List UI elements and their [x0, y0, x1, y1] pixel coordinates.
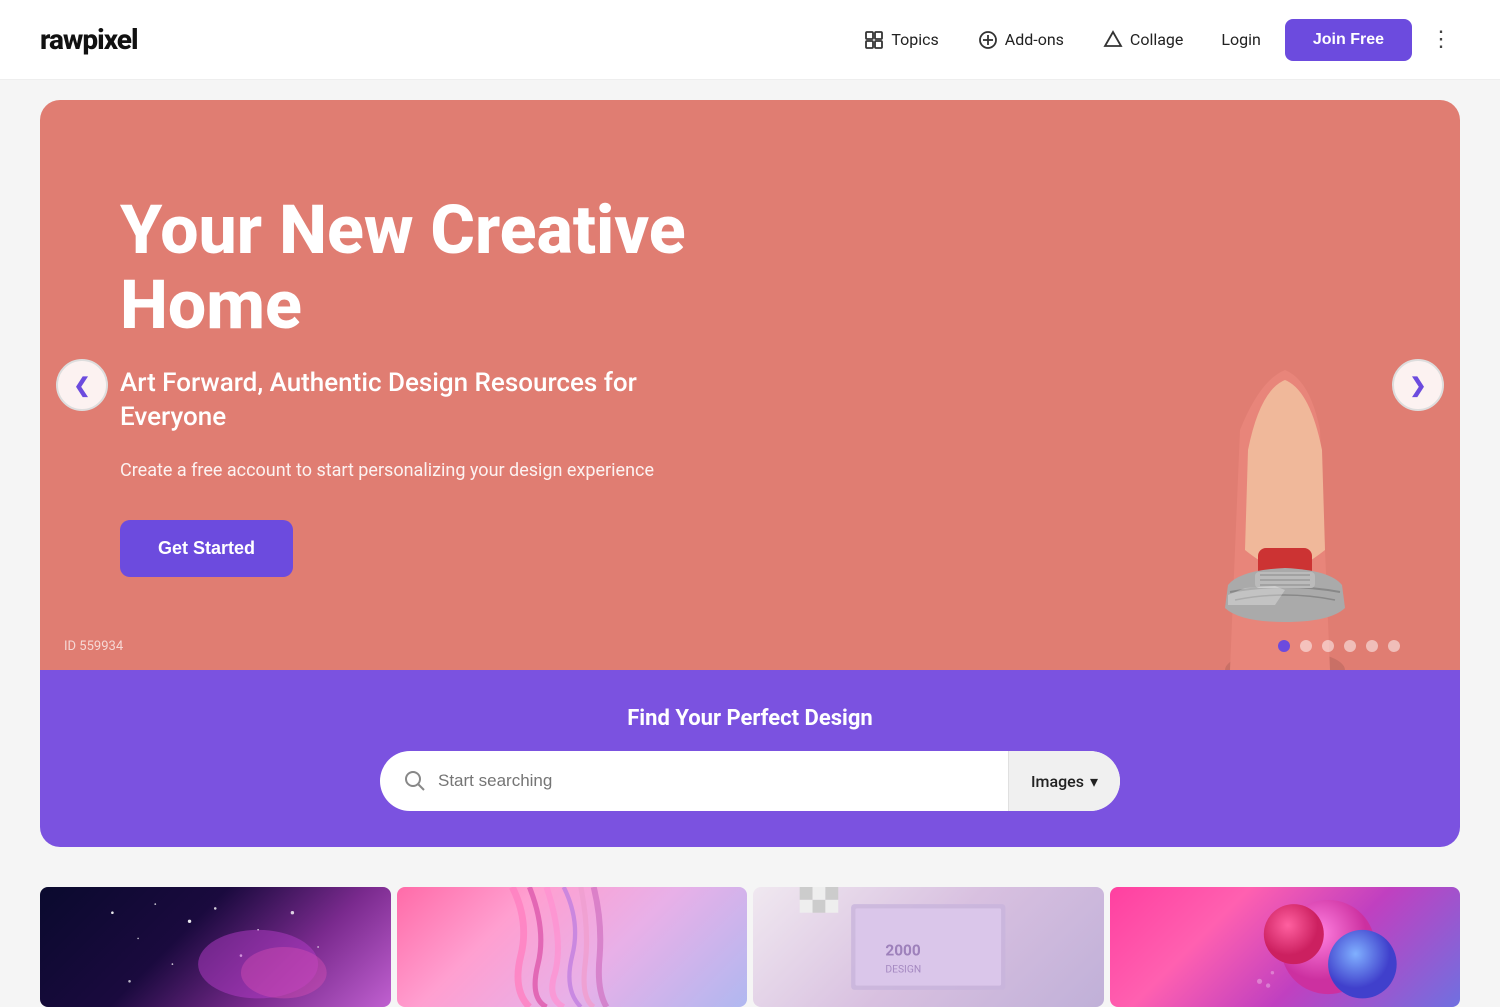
- addons-label: Add-ons: [1005, 30, 1064, 49]
- search-dropdown-label: Images: [1031, 772, 1084, 791]
- carousel-dot-6[interactable]: [1388, 640, 1400, 652]
- login-button[interactable]: Login: [1207, 22, 1274, 57]
- nav-addons[interactable]: Add-ons: [963, 21, 1078, 59]
- topics-label: Topics: [891, 30, 938, 49]
- svg-text:2000: 2000: [885, 942, 921, 960]
- image-id-label: ID 559934: [64, 639, 123, 654]
- carousel-dots: [1278, 640, 1400, 652]
- search-icon: [404, 770, 426, 792]
- header: rawpixel Topics Add-ons: [0, 0, 1500, 80]
- carousel-dot-1[interactable]: [1278, 640, 1290, 652]
- main-nav: Topics Add-ons Collage Login Join Free ⋮: [849, 19, 1460, 61]
- thumbnail-1[interactable]: [40, 887, 391, 1007]
- hero-section: ❮ Your New Creative Home Art Forward, Au…: [40, 100, 1460, 847]
- nav-topics[interactable]: Topics: [849, 21, 952, 59]
- carousel-next-button[interactable]: ❯: [1392, 359, 1444, 411]
- carousel-dot-2[interactable]: [1300, 640, 1312, 652]
- topics-icon: [863, 29, 885, 51]
- thumbnail-2[interactable]: [397, 887, 748, 1007]
- search-type-dropdown[interactable]: Images ▾: [1008, 751, 1120, 811]
- dropdown-arrow-icon: ▾: [1090, 772, 1098, 791]
- carousel-dot-5[interactable]: [1366, 640, 1378, 652]
- logo[interactable]: rawpixel: [40, 23, 138, 56]
- carousel-dot-4[interactable]: [1344, 640, 1356, 652]
- addons-icon: [977, 29, 999, 51]
- collage-label: Collage: [1130, 30, 1184, 49]
- get-started-button[interactable]: Get Started: [120, 520, 293, 577]
- more-options-icon[interactable]: ⋮: [1422, 19, 1460, 60]
- hero-banner: ❮ Your New Creative Home Art Forward, Au…: [40, 100, 1460, 670]
- carousel-dot-3[interactable]: [1322, 640, 1334, 652]
- svg-text:DESIGN: DESIGN: [885, 963, 921, 976]
- carousel-prev-button[interactable]: ❮: [56, 359, 108, 411]
- thumbnail-3[interactable]: 2000 DESIGN: [753, 887, 1104, 1007]
- hero-title: Your New Creative Home: [120, 193, 740, 343]
- join-free-button[interactable]: Join Free: [1285, 19, 1412, 61]
- search-bar: Images ▾: [380, 751, 1120, 811]
- hero-description: Create a free account to start personali…: [120, 457, 740, 484]
- thumbnail-gallery: 2000 DESIGN: [0, 867, 1500, 1007]
- collage-icon: [1102, 29, 1124, 51]
- search-title: Find Your Perfect Design: [80, 706, 1420, 731]
- hero-subtitle: Art Forward, Authentic Design Resources …: [120, 367, 740, 435]
- nav-collage[interactable]: Collage: [1088, 21, 1198, 59]
- hero-content: Your New Creative Home Art Forward, Auth…: [40, 133, 820, 636]
- search-input[interactable]: [438, 771, 1008, 791]
- search-section: Find Your Perfect Design Images ▾: [40, 670, 1460, 847]
- hero-illustration: [1110, 130, 1430, 670]
- thumbnail-4[interactable]: [1110, 887, 1461, 1007]
